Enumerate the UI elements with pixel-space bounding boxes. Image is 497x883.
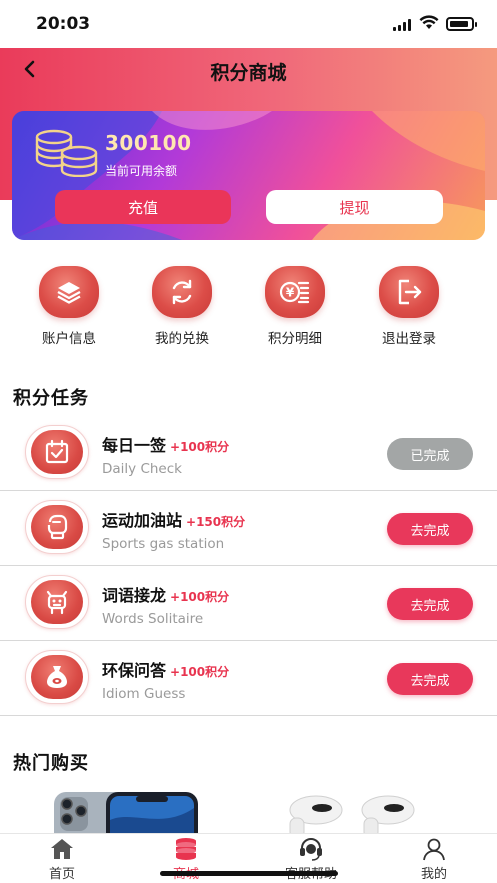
task-name: 运动加油站 +150积分: [102, 511, 246, 530]
task-points: +100积分: [170, 590, 230, 604]
task-points: +100积分: [170, 440, 230, 454]
task-row: 每日一签 +100积分 Daily Check 已完成: [0, 416, 497, 491]
task-subtitle: Idiom Guess: [102, 686, 186, 702]
balance-amount: 300100: [105, 131, 192, 155]
logout-icon: [398, 279, 422, 305]
cellular-signal-icon: [393, 19, 411, 31]
coins-icon: [35, 129, 98, 177]
page-title: 积分商城: [210, 62, 287, 84]
status-time: 20:03: [36, 14, 91, 34]
wifi-icon: [419, 15, 439, 29]
layers-icon: [57, 282, 81, 304]
task-go-complete-button[interactable]: 去完成: [387, 588, 473, 620]
coin-stack-icon: [176, 838, 196, 860]
balance-card: 300100 当前可用余额 充值 提现: [12, 111, 485, 240]
task-subtitle: Words Solitaire: [102, 611, 204, 627]
money-bag-icon: [47, 666, 67, 688]
quick-action-logout[interactable]: 退出登录: [354, 266, 464, 347]
task-go-complete-button[interactable]: 去完成: [387, 663, 473, 695]
quick-action-label: 积分明细: [268, 331, 322, 347]
home-indicator: [160, 871, 338, 876]
calendar-check-icon: [45, 439, 69, 464]
user-icon: [423, 838, 445, 861]
quick-action-points-detail[interactable]: ¥ 积分明细: [240, 266, 350, 347]
quick-action-account-info[interactable]: 账户信息: [14, 266, 124, 347]
tab-home[interactable]: 首页: [17, 836, 107, 882]
tab-label: 我的: [420, 867, 447, 882]
quick-actions: 账户信息 我的兑换 ¥ 积分明细 退出登录: [0, 266, 497, 356]
home-icon: [51, 839, 73, 859]
tab-label: 首页: [48, 867, 75, 882]
quick-action-label: 我的兑换: [155, 331, 209, 347]
battery-icon: [446, 17, 477, 31]
status-bar: 20:03: [0, 0, 497, 48]
task-go-complete-button[interactable]: 去完成: [387, 513, 473, 545]
quick-action-my-exchange[interactable]: 我的兑换: [127, 266, 237, 347]
boxing-glove-icon: [47, 514, 68, 540]
headset-icon: [300, 838, 322, 861]
hot-section-title: 热门购买: [13, 753, 89, 774]
svg-text:¥: ¥: [286, 286, 295, 300]
task-completed-button[interactable]: 已完成: [387, 438, 473, 470]
task-subtitle: Sports gas station: [102, 536, 225, 552]
task-name: 环保问答 +100积分: [102, 661, 230, 680]
balance-label: 当前可用余额: [105, 164, 178, 178]
yen-ledger-icon: ¥: [279, 281, 310, 304]
task-name: 词语接龙 +100积分: [102, 586, 230, 605]
task-row: 环保问答 +100积分 Idiom Guess 去完成: [0, 641, 497, 716]
task-row: 词语接龙 +100积分 Words Solitaire 去完成: [0, 566, 497, 641]
task-points: +100积分: [170, 665, 230, 679]
withdraw-button[interactable]: 提现: [266, 190, 443, 224]
task-subtitle: Daily Check: [102, 461, 182, 477]
product-airpods-image[interactable]: [276, 788, 426, 838]
recharge-button[interactable]: 充值: [55, 190, 231, 224]
quick-action-label: 退出登录: [382, 331, 436, 347]
tab-mine[interactable]: 我的: [389, 836, 479, 882]
task-row: 运动加油站 +150积分 Sports gas station 去完成: [0, 491, 497, 566]
refresh-icon: [172, 279, 192, 305]
quick-action-label: 账户信息: [42, 331, 96, 347]
tasks-section-title: 积分任务: [13, 388, 89, 409]
task-name: 每日一签 +100积分: [102, 436, 230, 455]
dragon-icon: [46, 590, 68, 615]
task-points: +150积分: [186, 515, 246, 529]
product-phone-image[interactable]: [52, 790, 200, 838]
